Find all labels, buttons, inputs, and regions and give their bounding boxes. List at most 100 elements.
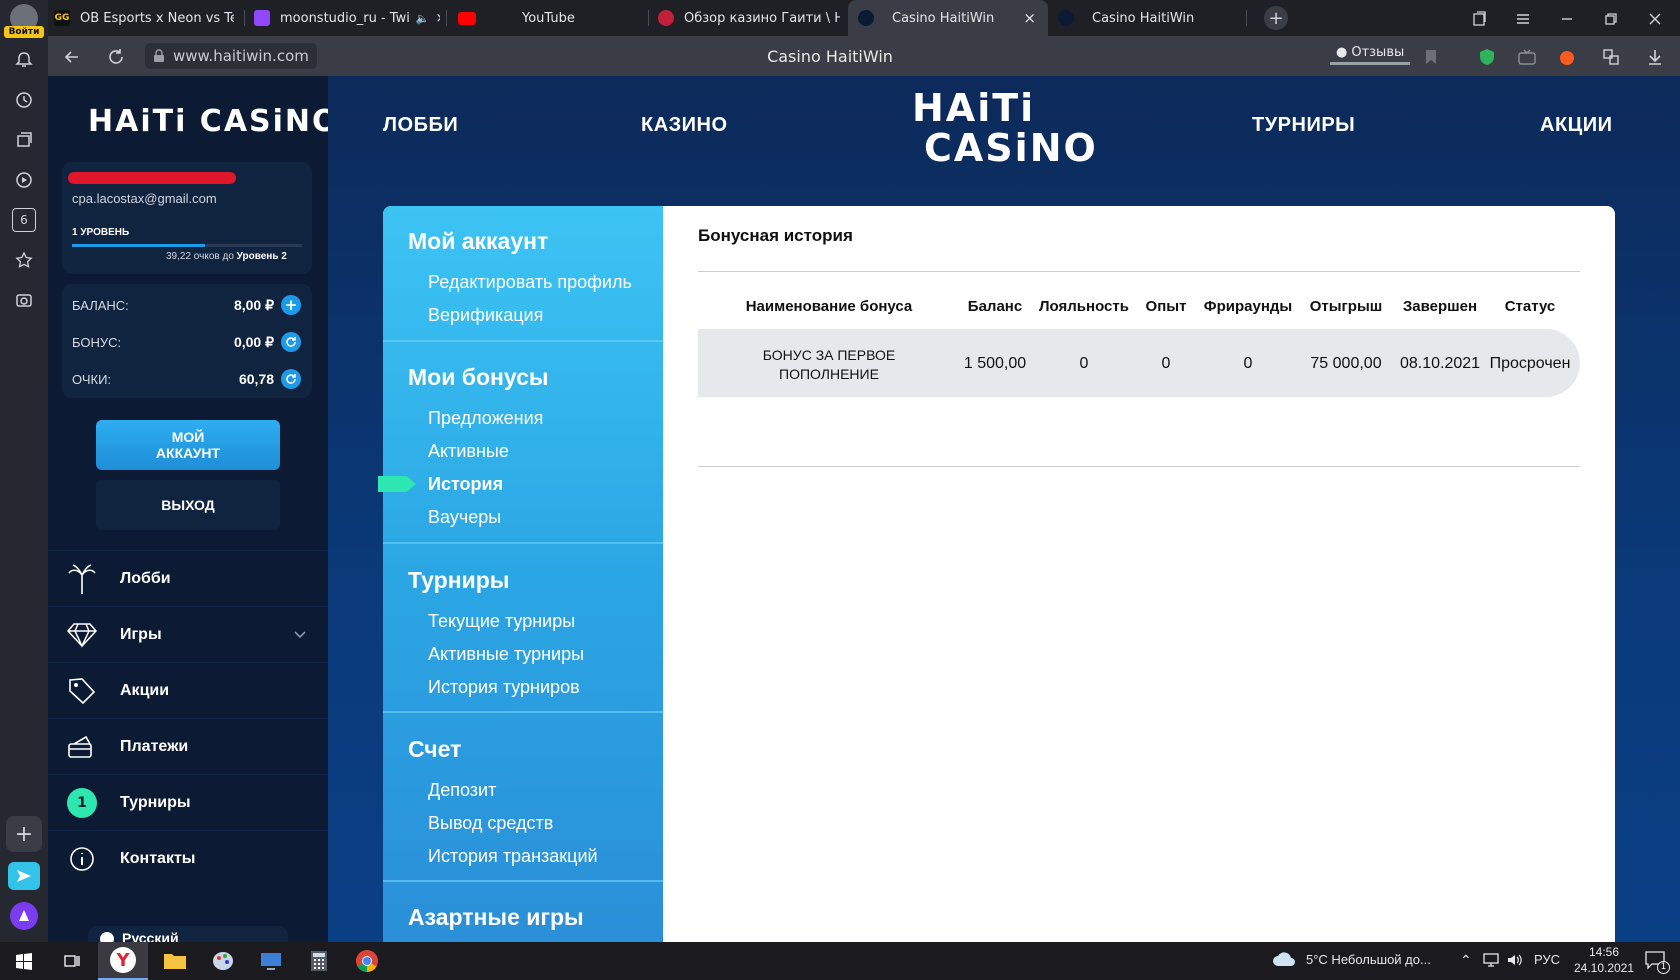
topnav-promotions[interactable]: АКЦИИ <box>1540 114 1613 137</box>
paint-icon[interactable] <box>200 942 246 980</box>
topnav-lobby[interactable]: ЛОББИ <box>383 114 458 137</box>
alice-icon[interactable] <box>10 902 38 930</box>
nav-item-lobby[interactable]: Лобби <box>48 550 328 606</box>
tab-youtube[interactable]: YouTube <box>458 0 648 36</box>
calculator-icon[interactable] <box>296 942 342 980</box>
menu-item-vouchers[interactable]: Ваучеры <box>428 507 501 528</box>
tab-title: Обзор казино Гаити \ HAI <box>684 10 840 26</box>
clock[interactable]: 14:56 24.10.2021 <box>1572 945 1636 975</box>
restore-icon[interactable] <box>1600 8 1622 30</box>
speaker-icon[interactable]: 🔈 <box>416 12 430 25</box>
star-icon[interactable] <box>12 248 36 272</box>
menu-item-transaction-history[interactable]: История транзакций <box>428 846 598 867</box>
protect-shield-icon[interactable] <box>1476 46 1498 68</box>
tab-separator <box>244 10 245 26</box>
topnav-casino[interactable]: КАЗИНО <box>641 114 728 137</box>
menu-item-verification[interactable]: Верификация <box>428 305 543 326</box>
chrome-icon[interactable] <box>344 942 390 980</box>
history-icon[interactable] <box>12 88 36 112</box>
extensions-icon[interactable] <box>1600 46 1622 68</box>
menu-icon[interactable] <box>1512 8 1534 30</box>
minimize-icon[interactable] <box>1556 8 1578 30</box>
login-label[interactable]: Войти <box>4 26 44 38</box>
bell-icon[interactable] <box>12 48 36 72</box>
nav-item-payments[interactable]: Платежи <box>48 718 328 774</box>
tab-title: OB Esports x Neon vs Team <box>80 10 234 26</box>
windows-start-icon[interactable] <box>0 942 48 980</box>
network-icon[interactable] <box>1482 952 1500 968</box>
nav-label: Игры <box>120 625 162 643</box>
plus-icon[interactable]: + <box>281 295 301 315</box>
nav-label: Турниры <box>120 793 191 811</box>
video-icon[interactable] <box>12 168 36 192</box>
add-panel-icon[interactable]: + <box>6 816 42 852</box>
nav-item-promotions[interactable]: Акции <box>48 662 328 718</box>
reload-icon[interactable] <box>104 45 128 69</box>
language-select[interactable]: Русский <box>88 926 288 942</box>
close-window-icon[interactable] <box>1644 8 1666 30</box>
account-menu: Мой аккаунт Редактировать профиль Верифи… <box>378 206 663 942</box>
bookmark-icon[interactable] <box>1420 46 1442 68</box>
menu-item-active[interactable]: Активные <box>428 441 509 462</box>
language-label: Русский <box>122 930 179 942</box>
yandex-browser-icon[interactable]: Y <box>98 942 148 980</box>
level-progress-fill <box>72 244 206 247</box>
menu-item-history[interactable]: История <box>428 474 503 495</box>
tab-ob-esports[interactable]: GG OB Esports x Neon vs Team <box>54 0 234 36</box>
browser-sidebar: Войти 6 + <box>0 0 48 942</box>
refresh-icon[interactable] <box>281 369 301 389</box>
volume-icon[interactable] <box>1506 952 1524 968</box>
tab-count-badge[interactable]: 6 <box>12 208 36 232</box>
sidebar-logo[interactable]: HAiTi CASiNO <box>88 104 340 139</box>
back-icon[interactable] <box>60 45 84 69</box>
collections-icon[interactable] <box>12 128 36 152</box>
download-icon[interactable] <box>1644 46 1666 68</box>
tab-twitch[interactable]: moonstudio_ru - Twi 🔈 × <box>254 0 440 36</box>
topnav-tournaments[interactable]: ТУРНИРЫ <box>1252 114 1355 137</box>
menu-item-current-tournaments[interactable]: Текущие турниры <box>428 611 575 632</box>
menu-item-active-tournaments[interactable]: Активные турниры <box>428 644 584 665</box>
balance-value: 8,00 ₽ <box>233 297 274 313</box>
task-view-icon[interactable] <box>50 942 94 980</box>
logout-button[interactable]: ВЫХОД <box>96 480 280 530</box>
diamond-icon <box>62 622 102 648</box>
tab-casino-haitiwin-active[interactable]: Casino HaitiWin × <box>848 0 1048 36</box>
menu-item-offers[interactable]: Предложения <box>428 408 543 429</box>
screenshot-icon[interactable] <box>12 288 36 312</box>
chevron-up-icon[interactable]: ⌃ <box>1460 952 1472 969</box>
cell-loyalty: 0 <box>1079 355 1089 372</box>
new-tab-icon[interactable]: + <box>1264 6 1288 30</box>
tab-casino-haitiwin[interactable]: Casino HaitiWin <box>1058 0 1238 36</box>
clock-time: 14:56 <box>1588 945 1620 959</box>
reviews-button[interactable]: ● Отзывы <box>1330 43 1411 65</box>
menu-item-deposit[interactable]: Депозит <box>428 780 496 801</box>
chevron-down-icon[interactable] <box>294 630 306 639</box>
file-explorer-icon[interactable] <box>152 942 198 980</box>
nav-item-games[interactable]: Игры <box>48 606 328 662</box>
my-account-button[interactable]: МОЙ АККАУНТ <box>96 420 280 470</box>
tv-icon[interactable] <box>1516 46 1538 68</box>
content-divider <box>698 271 1580 272</box>
nav-item-contacts[interactable]: Контакты <box>48 830 328 886</box>
tab-close-icon[interactable]: × <box>1023 9 1036 27</box>
refresh-icon[interactable] <box>281 332 301 352</box>
input-language[interactable]: РУС <box>1534 952 1560 967</box>
main-logo[interactable]: HAiTi CASiNO <box>912 88 1098 168</box>
menu-item-tournament-history[interactable]: История турниров <box>428 677 580 698</box>
remote-desktop-icon[interactable] <box>248 942 294 980</box>
menu-item-withdrawal[interactable]: Вывод средств <box>428 813 553 834</box>
notifications-icon[interactable]: 1 <box>1644 950 1670 974</box>
weather-cloud-icon[interactable] <box>1272 950 1296 970</box>
tab-close-icon[interactable]: × <box>436 11 440 26</box>
url-field[interactable]: www.haitiwin.com <box>145 43 317 69</box>
card-icon <box>62 734 102 760</box>
flag-icon <box>100 932 114 942</box>
menu-item-edit-profile[interactable]: Редактировать профиль <box>428 272 632 293</box>
extension-fire-icon[interactable] <box>1556 46 1578 68</box>
tab-separator <box>1246 10 1247 26</box>
nav-item-tournaments[interactable]: 1 Турниры <box>48 774 328 830</box>
weather-text[interactable]: 5°C Небольшой до... <box>1306 952 1431 967</box>
bookmarks-panel-icon[interactable] <box>1468 8 1490 30</box>
messenger-icon[interactable] <box>8 862 40 890</box>
tab-casino-review[interactable]: Обзор казино Гаити \ HAI <box>658 0 840 36</box>
